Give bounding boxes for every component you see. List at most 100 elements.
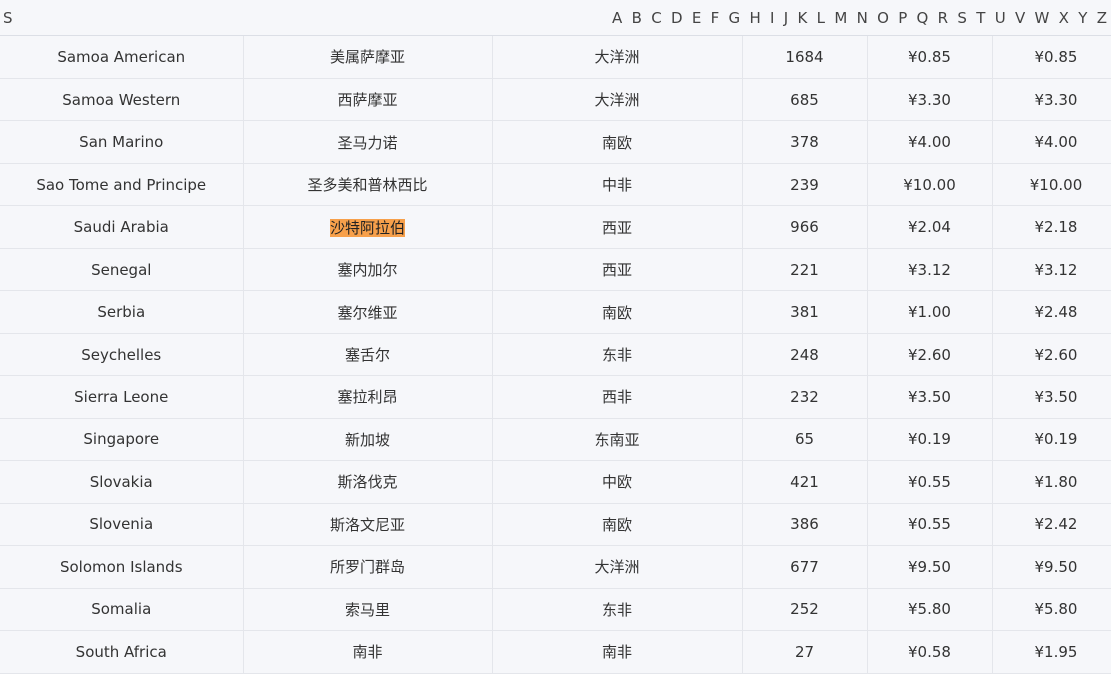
letter-B[interactable]: B (632, 9, 642, 27)
country-name-cn-cell: 塞舌尔 (243, 333, 493, 377)
price-2-cell: ¥0.19 (992, 418, 1111, 462)
table-row[interactable]: San Marino 圣马力诺 南欧 378 ¥4.00 ¥4.00 (0, 120, 1111, 164)
country-name-en: Slovenia (89, 515, 154, 534)
country-name-cn: 塞尔维亚 (337, 303, 398, 322)
letter-C[interactable]: C (651, 9, 661, 27)
letter-I[interactable]: I (770, 9, 774, 27)
letter-index-bar: S ABCDEFGHIJKLMNOPQRSTUVWXYZ (0, 0, 1111, 36)
country-name-cn-cell: 塞尔维亚 (243, 290, 493, 334)
country-name-en: Singapore (83, 430, 160, 449)
table-row[interactable]: Sao Tome and Principe 圣多美和普林西比 中非 239 ¥10.00… (0, 163, 1111, 207)
letter-X[interactable]: X (1059, 9, 1069, 27)
country-name-cn-cell: 西萨摩亚 (243, 78, 493, 122)
dial-code: 381 (790, 303, 819, 322)
letter-Y[interactable]: Y (1078, 9, 1087, 27)
table-row[interactable]: Samoa American 美属萨摩亚 大洋洲 1684 ¥0.85 ¥0.85 (0, 36, 1111, 79)
country-name-en-cell: South Africa (0, 630, 244, 674)
dial-code-cell: 421 (742, 460, 868, 504)
letter-S[interactable]: S (957, 9, 967, 27)
region: 南非 (601, 643, 632, 662)
dial-code-cell: 386 (742, 503, 868, 547)
region-cell: 西亚 (492, 248, 743, 292)
dial-code-cell: 1684 (742, 36, 868, 79)
region-cell: 大洋洲 (492, 78, 743, 122)
letter-O[interactable]: O (877, 9, 889, 27)
letter-R[interactable]: R (938, 9, 948, 27)
letter-K[interactable]: K (798, 9, 808, 27)
region: 西非 (601, 388, 632, 407)
table-row[interactable]: Somalia 索马里 东非 252 ¥5.80 ¥5.80 (0, 588, 1111, 632)
dial-code: 677 (790, 557, 819, 576)
dial-code-cell: 232 (742, 375, 868, 419)
price-2: ¥2.42 (1034, 515, 1078, 534)
country-name-cn: 塞内加尔 (337, 261, 398, 280)
letter-G[interactable]: G (729, 9, 741, 27)
region-cell: 南非 (492, 630, 743, 674)
letter-N[interactable]: N (857, 9, 868, 27)
letter-U[interactable]: U (995, 9, 1006, 27)
country-name-en: South Africa (75, 642, 167, 661)
country-name-cn: 斯洛伐克 (337, 473, 398, 492)
price-2-cell: ¥3.50 (992, 375, 1111, 419)
country-name-en: Samoa American (57, 47, 186, 66)
letter-Z[interactable]: Z (1097, 9, 1107, 27)
region: 中非 (601, 176, 632, 195)
price-2-cell: ¥1.80 (992, 460, 1111, 504)
price-1: ¥2.04 (908, 218, 951, 237)
price-2: ¥5.80 (1034, 600, 1078, 619)
current-letter: S (3, 8, 13, 27)
price-1-cell: ¥0.55 (867, 503, 993, 547)
region-cell: 西亚 (492, 205, 743, 249)
table-row[interactable]: Singapore 新加坡 东南亚 65 ¥0.19 ¥0.19 (0, 418, 1111, 462)
letter-Q[interactable]: Q (917, 9, 929, 27)
country-name-en-cell: Slovenia (0, 503, 244, 547)
country-name-cn-cell: 南非 (243, 630, 493, 674)
price-1: ¥0.58 (908, 642, 951, 661)
table-row[interactable]: South Africa 南非 南非 27 ¥0.58 ¥1.95 (0, 630, 1111, 674)
price-2-cell: ¥9.50 (992, 545, 1111, 589)
price-2: ¥0.85 (1034, 47, 1078, 66)
letter-J[interactable]: J (784, 9, 788, 27)
letter-E[interactable]: E (692, 9, 701, 27)
table-row[interactable]: Solomon Islands 所罗门群岛 大洋洲 677 ¥9.50 ¥9.50 (0, 545, 1111, 589)
letter-W[interactable]: W (1035, 9, 1050, 27)
table-row[interactable]: Sierra Leone 塞拉利昂 西非 232 ¥3.50 ¥3.50 (0, 375, 1111, 419)
letter-T[interactable]: T (976, 9, 985, 27)
country-name-en-cell: Sierra Leone (0, 375, 244, 419)
price-2-cell: ¥3.12 (992, 248, 1111, 292)
letter-F[interactable]: F (711, 9, 720, 27)
letter-A[interactable]: A (612, 9, 622, 27)
price-1: ¥0.55 (908, 515, 951, 534)
region: 南欧 (601, 133, 632, 152)
table-row[interactable]: Saudi Arabia 沙特阿拉伯 西亚 966 ¥2.04 ¥2.18 (0, 205, 1111, 249)
region: 西亚 (601, 261, 632, 280)
table-row[interactable]: Slovakia 斯洛伐克 中欧 421 ¥0.55 ¥1.80 (0, 460, 1111, 504)
price-1-cell: ¥4.00 (867, 120, 993, 164)
region: 中欧 (601, 473, 632, 492)
country-name-cn-cell: 圣多美和普林西比 (243, 163, 493, 207)
country-name-en: Samoa Western (62, 90, 181, 109)
price-2-cell: ¥2.42 (992, 503, 1111, 547)
letter-L[interactable]: L (817, 9, 825, 27)
country-name-en: Sao Tome and Principe (36, 175, 207, 194)
letter-M[interactable]: M (834, 9, 847, 27)
dial-code: 221 (790, 260, 819, 279)
letter-D[interactable]: D (671, 9, 683, 27)
table-row[interactable]: Serbia 塞尔维亚 南欧 381 ¥1.00 ¥2.48 (0, 290, 1111, 334)
country-name-cn: 所罗门群岛 (329, 558, 405, 577)
price-1-cell: ¥9.50 (867, 545, 993, 589)
letter-V[interactable]: V (1015, 9, 1025, 27)
dial-code: 1684 (785, 47, 824, 66)
letter-H[interactable]: H (749, 9, 760, 27)
table-row[interactable]: Senegal 塞内加尔 西亚 221 ¥3.12 ¥3.12 (0, 248, 1111, 292)
table-row[interactable]: Samoa Western 西萨摩亚 大洋洲 685 ¥3.30 ¥3.30 (0, 78, 1111, 122)
table-row[interactable]: Slovenia 斯洛文尼亚 南欧 386 ¥0.55 ¥2.42 (0, 503, 1111, 547)
country-name-en: Slovakia (89, 472, 153, 491)
price-1: ¥3.50 (908, 387, 951, 406)
country-name-cn: 西萨摩亚 (337, 91, 398, 110)
letter-P[interactable]: P (898, 9, 907, 27)
price-1-cell: ¥1.00 (867, 290, 993, 334)
table-row[interactable]: Seychelles 塞舌尔 东非 248 ¥2.60 ¥2.60 (0, 333, 1111, 377)
price-2-cell: ¥5.80 (992, 588, 1111, 632)
price-1: ¥3.12 (908, 260, 951, 279)
